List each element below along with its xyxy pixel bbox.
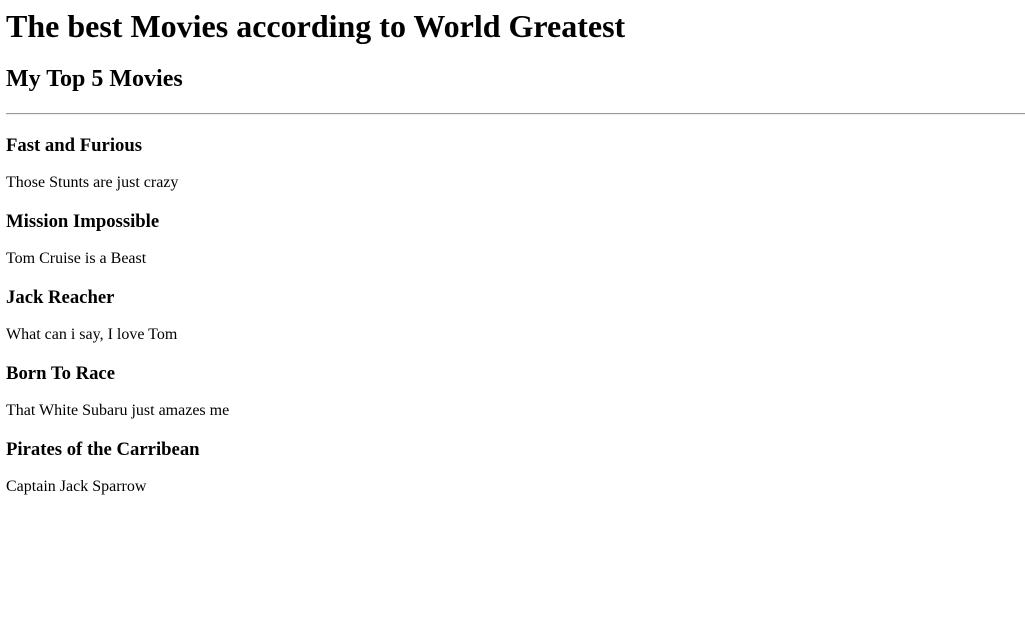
movie-comment: That White Subaru just amazes me [6,402,230,419]
page-subtitle: My Top 5 Movies [6,66,183,92]
movie-comment: Captain Jack Sparrow [6,478,147,495]
movie-comment: What can i say, I love Tom [6,326,178,343]
movie-title: Pirates of the Carribean [6,439,200,460]
movie-item: Born To Race That White Subaru just amaz… [6,363,1019,420]
divider [6,113,1025,115]
movie-item: Pirates of the Carribean Captain Jack Sp… [6,439,1019,496]
movie-item: Mission Impossible Tom Cruise is a Beast [6,211,1019,268]
movie-item: Fast and Furious Those Stunts are just c… [6,135,1019,192]
movie-title: Jack Reacher [6,287,115,308]
movie-comment: Tom Cruise is a Beast [6,250,147,267]
page-title: The best Movies according to World Great… [6,8,626,44]
movie-title: Fast and Furious [6,135,143,156]
movie-comment: Those Stunts are just crazy [6,174,179,191]
movie-list: Fast and Furious Those Stunts are just c… [6,135,1019,496]
movie-title: Mission Impossible [6,211,160,232]
page: The best Movies according to World Great… [0,0,1025,496]
movie-item: Jack Reacher What can i say, I love Tom [6,287,1019,344]
movie-title: Born To Race [6,363,116,384]
